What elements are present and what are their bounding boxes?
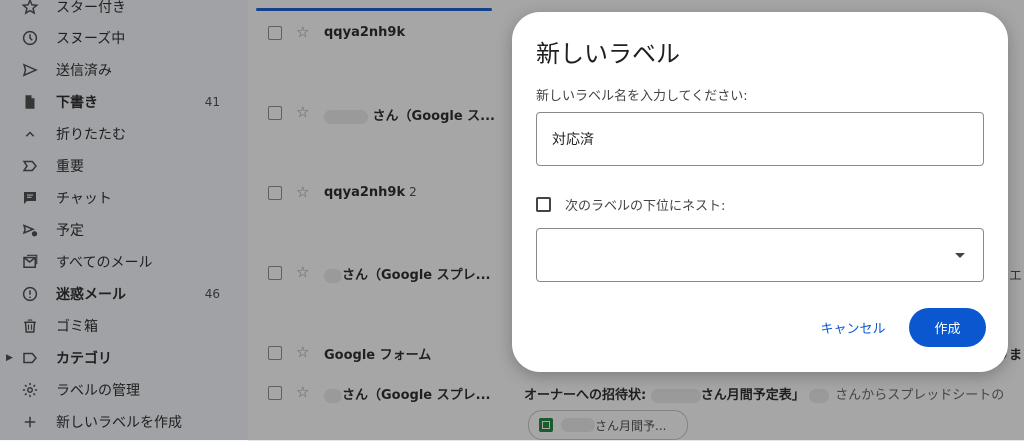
cancel-button[interactable]: キャンセル	[808, 309, 898, 345]
create-button[interactable]: 作成	[909, 308, 986, 347]
nest-label: 次のラベルの下位にネスト:	[565, 198, 726, 214]
parent-label-select[interactable]	[536, 228, 984, 282]
dialog-title: 新しいラベル	[536, 40, 680, 68]
gmail-app: スター付き スヌーズ中 送信済み 下書き 41 折りたたむ 重要 チャット 予定…	[0, 0, 1024, 441]
nest-checkbox[interactable]	[536, 196, 551, 212]
nest-option[interactable]: 次のラベルの下位にネスト:	[536, 194, 725, 214]
dialog-prompt: 新しいラベル名を入力してください:	[536, 89, 748, 104]
dropdown-arrow-icon	[955, 253, 965, 258]
label-name-input[interactable]	[536, 112, 984, 166]
new-label-dialog: 新しいラベル 新しいラベル名を入力してください: 次のラベルの下位にネスト: キ…	[512, 12, 1008, 372]
